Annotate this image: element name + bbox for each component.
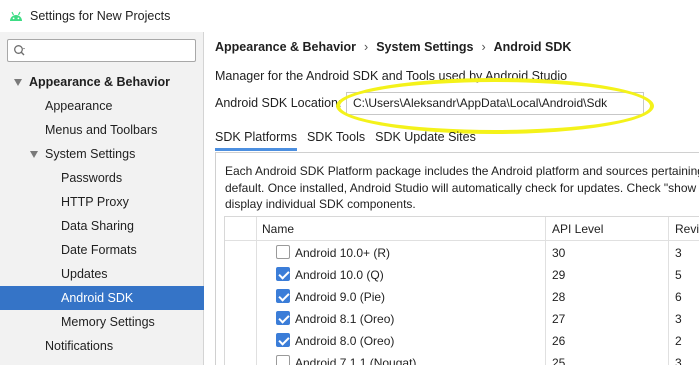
sidebar-item-appearance-behavior[interactable]: Appearance & Behavior	[0, 70, 204, 94]
table-header: Name API Level Revi	[225, 217, 699, 241]
package-name: Android 10.0 (Q)	[295, 268, 384, 282]
package-checkbox[interactable]	[276, 267, 290, 281]
tab-sdk-tools[interactable]: SDK Tools	[307, 127, 365, 151]
expand-arrow-icon[interactable]	[30, 151, 38, 158]
api-level: 27	[552, 312, 566, 326]
table-row[interactable]: Android 7.1.1 (Nougat) 25 3	[225, 352, 699, 365]
sidebar-item-memory-settings[interactable]: Memory Settings	[0, 310, 204, 334]
sidebar-item-passwords[interactable]: Passwords	[0, 166, 204, 190]
package-name: Android 8.0 (Oreo)	[295, 334, 395, 348]
sidebar-item-label: Android SDK	[61, 291, 134, 305]
column-header-api-level[interactable]: API Level	[552, 217, 603, 241]
platform-description: Each Android SDK Platform package includ…	[225, 163, 699, 213]
breadcrumb-separator: ›	[364, 40, 369, 54]
column-header-name[interactable]: Name	[262, 217, 294, 241]
api-level: 25	[552, 356, 566, 365]
sdk-platforms-table: Name API Level Revi Android 10.0+ (R) 30…	[224, 216, 699, 365]
sidebar-item-label: Notifications	[45, 339, 114, 353]
package-name: Android 10.0+ (R)	[295, 246, 391, 260]
settings-search-box[interactable]	[7, 39, 196, 62]
breadcrumb-item: Android SDK	[493, 40, 572, 54]
sidebar-item-updates[interactable]: Updates	[0, 262, 204, 286]
sidebar-item-label: Passwords	[61, 171, 123, 185]
sidebar-item-label: HTTP Proxy	[61, 195, 129, 209]
package-checkbox[interactable]	[276, 333, 290, 347]
expand-arrow-icon[interactable]	[14, 79, 22, 86]
api-level: 28	[552, 290, 566, 304]
sidebar-item-menus-toolbars[interactable]: Menus and Toolbars	[0, 118, 204, 142]
revision: 3	[675, 312, 682, 326]
api-level: 26	[552, 334, 566, 348]
sidebar-item-notifications[interactable]: Notifications	[0, 334, 204, 358]
sidebar-item-label: Date Formats	[61, 243, 137, 257]
package-name: Android 8.1 (Oreo)	[295, 312, 395, 326]
breadcrumb-separator: ›	[481, 40, 486, 54]
sdk-location-label: Android SDK Location:	[215, 96, 342, 110]
sidebar-item-http-proxy[interactable]: HTTP Proxy	[0, 190, 204, 214]
page-description: Manager for the Android SDK and Tools us…	[215, 69, 568, 83]
search-icon	[14, 45, 25, 56]
revision: 6	[675, 290, 682, 304]
sidebar-item-label: Data Sharing	[61, 219, 134, 233]
package-checkbox[interactable]	[276, 245, 290, 259]
sdk-location-field[interactable]: C:\Users\Aleksandr\AppData\Local\Android…	[346, 92, 644, 115]
sidebar-item-label: Updates	[61, 267, 108, 281]
description-line: default. Once installed, Android Studio …	[225, 180, 697, 195]
sidebar-item-data-sharing[interactable]: Data Sharing	[0, 214, 204, 238]
revision: 2	[675, 334, 682, 348]
breadcrumb: Appearance & Behavior › System Settings › An…	[215, 40, 571, 54]
revision: 3	[675, 246, 682, 260]
settings-search-input[interactable]	[30, 42, 190, 59]
android-icon	[10, 11, 22, 21]
sidebar-item-label: Appearance & Behavior	[29, 75, 171, 89]
table-row[interactable]: Android 10.0 (Q) 29 5	[225, 264, 699, 286]
sidebar-item-label: Menus and Toolbars	[45, 123, 158, 137]
sidebar-item-system-settings[interactable]: System Settings	[0, 142, 204, 166]
api-level: 30	[552, 246, 566, 260]
sidebar-item-label: Appearance	[45, 99, 113, 113]
sdk-tabs: SDK Platforms SDK Tools SDK Update Sites	[215, 127, 486, 151]
column-header-revision[interactable]: Revi	[675, 217, 699, 241]
sidebar-item-appearance[interactable]: Appearance	[0, 94, 204, 118]
package-checkbox[interactable]	[276, 289, 290, 303]
package-checkbox[interactable]	[276, 311, 290, 325]
table-row[interactable]: Android 9.0 (Pie) 28 6	[225, 286, 699, 308]
table-row[interactable]: Android 10.0+ (R) 30 3	[225, 242, 699, 264]
sidebar-item-android-sdk[interactable]: Android SDK	[0, 286, 204, 310]
tab-sdk-platforms[interactable]: SDK Platforms	[215, 127, 297, 151]
settings-main-panel: Appearance & Behavior › System Settings › An…	[205, 32, 699, 365]
description-line: Each Android SDK Platform package includ…	[225, 164, 699, 178]
table-row[interactable]: Android 8.0 (Oreo) 26 2	[225, 330, 699, 352]
sidebar-item-date-formats[interactable]: Date Formats	[0, 238, 204, 262]
settings-sidebar: Appearance & Behavior Appearance Menus a…	[0, 32, 204, 365]
revision: 3	[675, 356, 682, 365]
title-bar: Settings for New Projects	[0, 0, 699, 32]
sidebar-item-label: System Settings	[45, 147, 136, 161]
window-title: Settings for New Projects	[30, 9, 171, 23]
package-name: Android 9.0 (Pie)	[295, 290, 386, 304]
package-checkbox[interactable]	[276, 355, 290, 365]
breadcrumb-item[interactable]: Appearance & Behavior	[215, 40, 356, 54]
revision: 5	[675, 268, 682, 282]
tab-sdk-update-sites[interactable]: SDK Update Sites	[375, 127, 476, 151]
description-line: display individual SDK components.	[225, 197, 416, 211]
package-name: Android 7.1.1 (Nougat)	[295, 356, 417, 365]
api-level: 29	[552, 268, 566, 282]
breadcrumb-item[interactable]: System Settings	[376, 40, 473, 54]
sidebar-item-label: Memory Settings	[61, 315, 155, 329]
table-row[interactable]: Android 8.1 (Oreo) 27 3	[225, 308, 699, 330]
sdk-platforms-panel: Each Android SDK Platform package includ…	[215, 152, 699, 365]
